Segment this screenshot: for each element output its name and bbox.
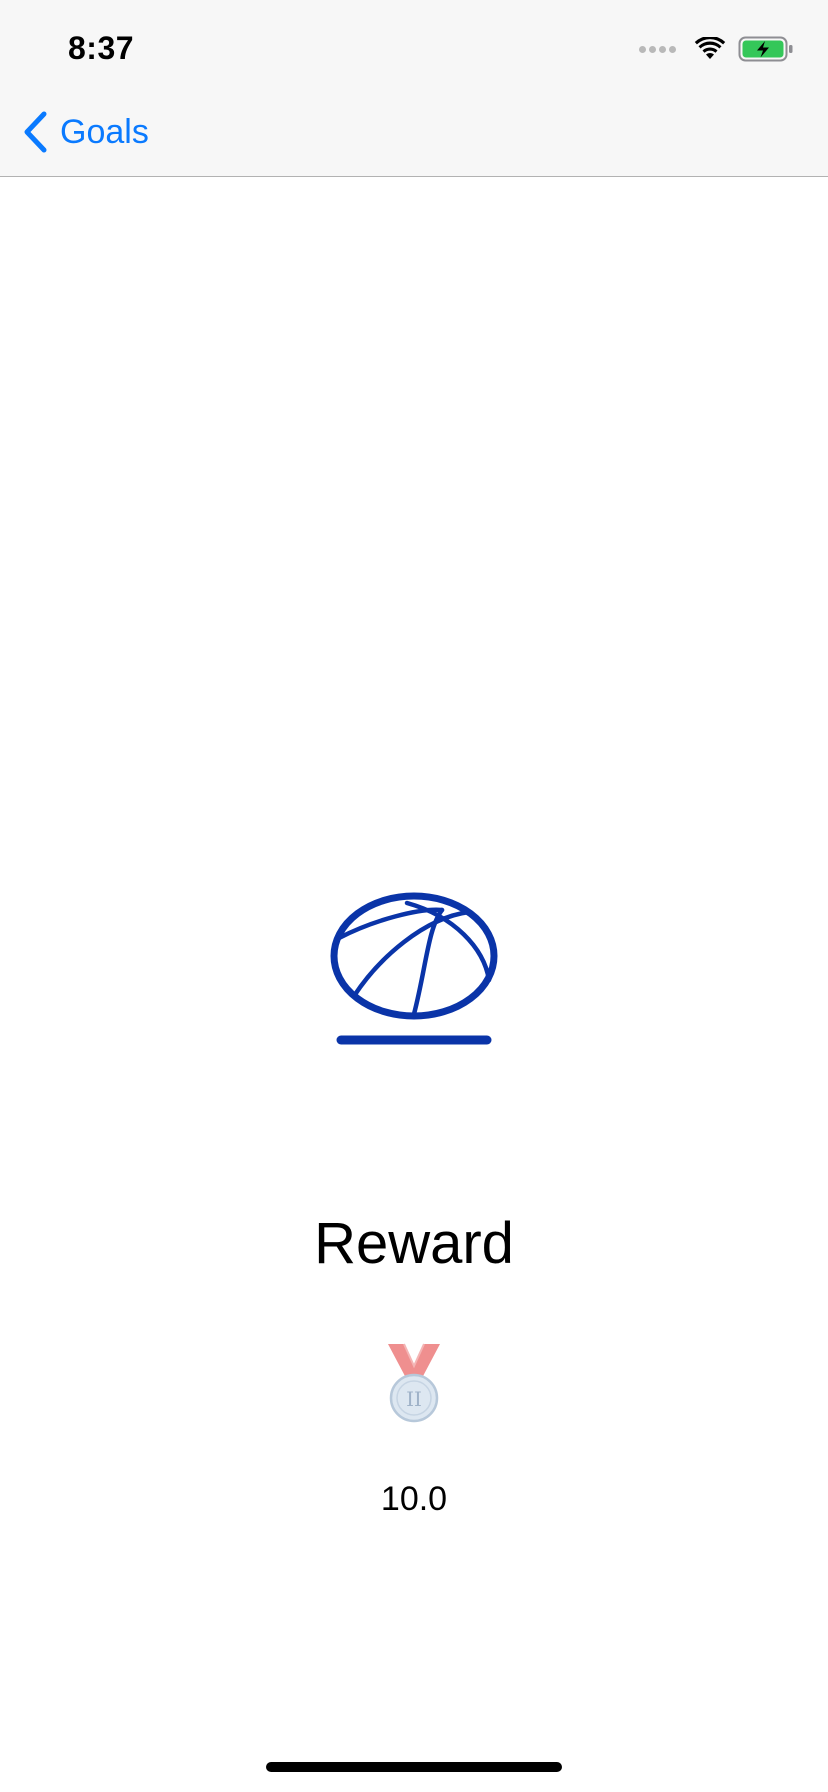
svg-text:II: II xyxy=(406,1387,422,1411)
status-time: 8:37 xyxy=(68,30,135,66)
reward-title: Reward xyxy=(314,1211,514,1276)
back-button[interactable]: Goals xyxy=(22,104,149,160)
cellular-signal-icon xyxy=(639,45,676,53)
status-indicators xyxy=(639,34,794,64)
chevron-left-icon xyxy=(24,111,47,153)
battery-charging-icon xyxy=(738,36,793,62)
basketball-icon xyxy=(330,892,498,1045)
wifi-icon xyxy=(694,37,726,59)
reward-value: 10.0 xyxy=(380,1480,448,1518)
second-place-medal-icon: II xyxy=(388,1343,440,1423)
back-button-label: Goals xyxy=(60,112,149,151)
home-indicator[interactable] xyxy=(266,1762,562,1772)
goal-detail-screen: 8:37 Goals Reward II 10.0 xyxy=(0,0,828,1792)
navigation-bar: 8:37 Goals xyxy=(0,0,828,177)
